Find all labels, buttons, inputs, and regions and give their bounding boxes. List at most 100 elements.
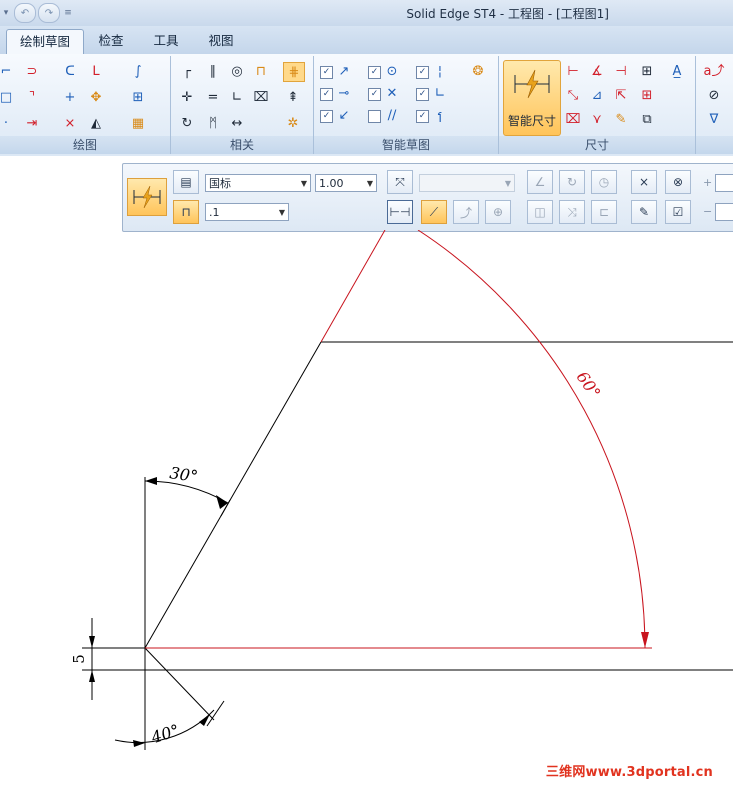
angle-arc-button[interactable]: ∠: [527, 170, 553, 194]
coordinate-origin-button[interactable]: ⊏: [591, 200, 617, 224]
tab-view[interactable]: 视图: [196, 29, 246, 54]
use-dimension-axis-button[interactable]: ⤴: [453, 200, 479, 224]
balloon-icon[interactable]: ⊘: [704, 86, 724, 104]
concentric-icon[interactable]: ◎: [227, 62, 247, 80]
intellisketch-check-1[interactable]: ✓: [320, 66, 333, 79]
qat-dropdown-icon[interactable]: ▾: [0, 8, 12, 18]
symmetric-icon[interactable]: ᛗ: [203, 114, 223, 132]
intellisketch-check-9[interactable]: ✓: [416, 110, 429, 123]
intellisketch-check-8[interactable]: [368, 110, 381, 123]
attach-dimension-icon[interactable]: ⋎: [587, 110, 607, 128]
point-icon[interactable]: ·: [0, 114, 16, 132]
lock-icon[interactable]: ⊓: [251, 62, 271, 80]
upper-tolerance-field[interactable]: [715, 174, 733, 192]
symmetric-dimension-button[interactable]: ⤧: [387, 170, 413, 194]
dimension-type-select[interactable]: ▼: [419, 174, 515, 192]
customize-qat-icon[interactable]: ≡: [62, 8, 74, 18]
tangent-icon[interactable]: ↻: [177, 114, 197, 132]
lower-tolerance-field[interactable]: [715, 203, 733, 221]
dimension-properties-button[interactable]: ▤: [173, 170, 199, 194]
curve-icon[interactable]: ∫: [128, 62, 148, 80]
line-icon[interactable]: ⌐: [0, 62, 16, 80]
redo-button[interactable]: ↷: [38, 3, 60, 23]
close-command-button[interactable]: ×: [631, 170, 657, 194]
fillet-icon[interactable]: ᒪ: [86, 62, 106, 80]
tab-inspect[interactable]: 检查: [86, 29, 136, 54]
undo-button[interactable]: ↶: [14, 3, 36, 23]
watermark: 三维网www.3dportal.cn: [545, 765, 713, 780]
retrieve-dimension-icon[interactable]: ⧉: [637, 110, 657, 128]
tangent-dimension-button[interactable]: ⊕: [485, 200, 511, 224]
horizontal-vertical-icon[interactable]: ✛: [177, 88, 197, 106]
half-angle-button[interactable]: ↻: [559, 170, 585, 194]
cancel-command-button[interactable]: ⊗: [665, 170, 691, 194]
intellisketch-check-4[interactable]: ✓: [320, 88, 333, 101]
angle-30-value[interactable]: 30°: [168, 463, 199, 486]
symmetric-diameter-icon[interactable]: ⤡: [563, 86, 583, 104]
angle-40-value[interactable]: 40°: [148, 720, 182, 747]
surface-texture-icon[interactable]: ∇: [704, 110, 724, 128]
relationship-assistant-icon[interactable]: ✲: [283, 114, 303, 132]
move-icon[interactable]: ✥: [86, 88, 106, 106]
stacked-dimension-icon[interactable]: ⊞: [637, 86, 657, 104]
angle-40-arrow-left: [133, 740, 145, 747]
offset-icon[interactable]: ⊞: [128, 88, 148, 106]
intellisketch-check-2[interactable]: ✓: [368, 66, 381, 79]
split-icon[interactable]: ⨯: [60, 114, 80, 132]
accept-properties-button[interactable]: ☑: [665, 200, 691, 224]
group-relate: ┌ ∥ ◎ ⊓ ⋕ ✛ = ∟ ⌧ ⇞ ↻ ᛗ ↔ ✲ 相关: [171, 56, 314, 154]
trim-icon[interactable]: +: [60, 88, 80, 106]
maintain-relations-icon[interactable]: ⇞: [283, 88, 303, 106]
intellisketch-check-6[interactable]: ✓: [416, 88, 429, 101]
full-angle-button[interactable]: ◷: [591, 170, 617, 194]
cmdbar-smart-dimension-button[interactable]: [127, 178, 167, 216]
text-icon[interactable]: A̲: [667, 62, 687, 80]
circle-icon[interactable]: ᑕ: [60, 62, 80, 80]
precision-select[interactable]: .1 ▼: [205, 203, 289, 221]
dimension-style-icon[interactable]: ⌧: [563, 110, 583, 128]
copy-attributes-icon[interactable]: ✎: [611, 110, 631, 128]
horizontal-vertical-dimension-button[interactable]: ⊢⊣: [387, 200, 413, 224]
edit-properties-button[interactable]: ✎: [631, 200, 657, 224]
distance-between-icon[interactable]: ⊢: [563, 62, 583, 80]
intellisketch-check-3[interactable]: ✓: [416, 66, 429, 79]
tab-sketch[interactable]: 绘制草图: [6, 29, 84, 55]
drawing-canvas[interactable]: 5 30° 60° 40°: [0, 230, 733, 788]
angular-coordinate-icon[interactable]: ⊿: [587, 86, 607, 104]
window-title: Solid Edge ST4 - 工程图 - [工程图1]: [406, 7, 609, 21]
perpendicular-icon[interactable]: ∟: [227, 88, 247, 106]
linear-dimension-value[interactable]: 5: [70, 654, 88, 664]
smart-dimension-button[interactable]: 智能尺寸: [503, 60, 561, 136]
break-dimension-button[interactable]: ⤨: [559, 200, 585, 224]
dimension-style-select[interactable]: 国标 ▼: [205, 174, 311, 192]
lock-dimension-button[interactable]: ⊓: [173, 200, 199, 224]
scale-select[interactable]: 1.00 ▼: [315, 174, 377, 192]
inclined-line[interactable]: [144, 341, 322, 649]
rigid-set-icon[interactable]: ↔: [227, 114, 247, 132]
by-2-points-button[interactable]: ⟋: [421, 200, 447, 224]
tab-tools[interactable]: 工具: [142, 29, 190, 54]
intellisketch-check-7[interactable]: ✓: [320, 110, 333, 123]
rectangle-icon[interactable]: □: [0, 88, 16, 106]
intellisketch-options-icon[interactable]: ❂: [468, 62, 488, 80]
mirror-icon[interactable]: ◭: [86, 114, 106, 132]
dimension-axis-icon[interactable]: ⇱: [611, 86, 631, 104]
arc-icon[interactable]: ⊃: [22, 62, 42, 80]
chamfer-icon[interactable]: ⌝: [22, 88, 42, 106]
relationship-handles-icon[interactable]: ⋕: [283, 62, 305, 82]
parallel-icon[interactable]: ∥: [203, 62, 223, 80]
fill-icon[interactable]: ▦: [128, 114, 148, 132]
intellisketch-check-5[interactable]: ✓: [368, 88, 381, 101]
extend-icon[interactable]: ⇥: [22, 114, 42, 132]
angle-between-icon[interactable]: ∡: [587, 62, 607, 80]
diameter-button[interactable]: ◫: [527, 200, 553, 224]
center-point-icon: ⊙: [386, 63, 398, 79]
callout-icon[interactable]: a⤴: [704, 62, 725, 80]
coordinate-dimension-icon[interactable]: ⊣: [611, 62, 631, 80]
lower-angled-line[interactable]: [144, 647, 215, 721]
connect-icon[interactable]: ┌: [177, 62, 197, 80]
collinear-icon[interactable]: ⌧: [251, 88, 271, 106]
chamfer-dimension-icon[interactable]: ⊞: [637, 62, 657, 80]
perpendicular-snap-icon: ∟: [434, 85, 446, 101]
equal-icon[interactable]: =: [203, 88, 223, 106]
